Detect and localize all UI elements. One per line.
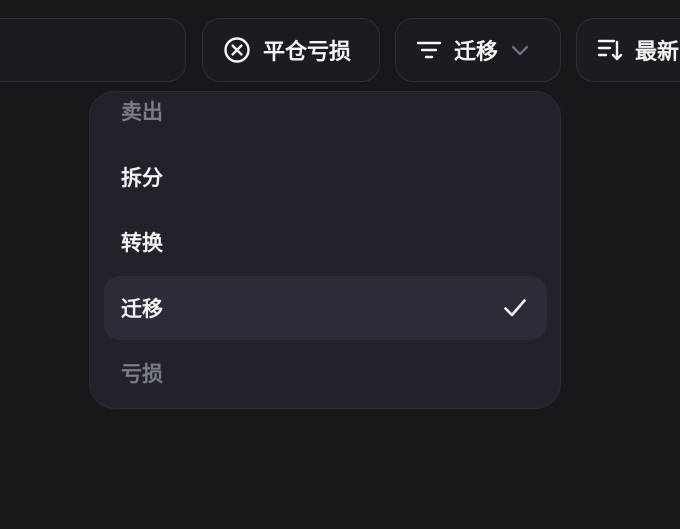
type-filter-menu: 卖出 拆分 转换 迁移 亏损 xyxy=(89,91,561,409)
menu-item-split[interactable]: 拆分 xyxy=(104,145,547,209)
type-filter-label: 迁移 xyxy=(454,40,499,65)
circle-x-icon xyxy=(223,36,251,64)
menu-item-sell[interactable]: 卖出 xyxy=(104,92,547,143)
check-icon xyxy=(503,297,527,324)
sort-button[interactable]: 最新 xyxy=(576,18,680,82)
type-filter-dropdown[interactable]: 迁移 xyxy=(395,18,561,82)
sort-descending-icon xyxy=(597,37,623,63)
screen: 平仓亏损 迁移 最新 卖出 拆分 转换 迁移 亏损 xyxy=(0,0,680,529)
chevron-down-icon xyxy=(510,43,530,57)
close-loss-filter-button[interactable]: 平仓亏损 xyxy=(202,18,380,82)
search-field[interactable] xyxy=(0,18,186,82)
menu-item-migrate[interactable]: 迁移 xyxy=(104,276,547,340)
menu-item-loss[interactable]: 亏损 xyxy=(104,341,547,405)
menu-item-label: 迁移 xyxy=(121,297,163,321)
menu-item-label: 转换 xyxy=(121,231,163,255)
filter-lines-icon xyxy=(416,38,442,62)
menu-item-label: 卖出 xyxy=(121,100,163,124)
sort-label: 最新 xyxy=(635,40,680,65)
menu-item-label: 亏损 xyxy=(121,362,163,386)
menu-item-convert[interactable]: 转换 xyxy=(104,210,547,274)
close-loss-label: 平仓亏损 xyxy=(263,40,352,65)
menu-item-label: 拆分 xyxy=(121,166,163,190)
